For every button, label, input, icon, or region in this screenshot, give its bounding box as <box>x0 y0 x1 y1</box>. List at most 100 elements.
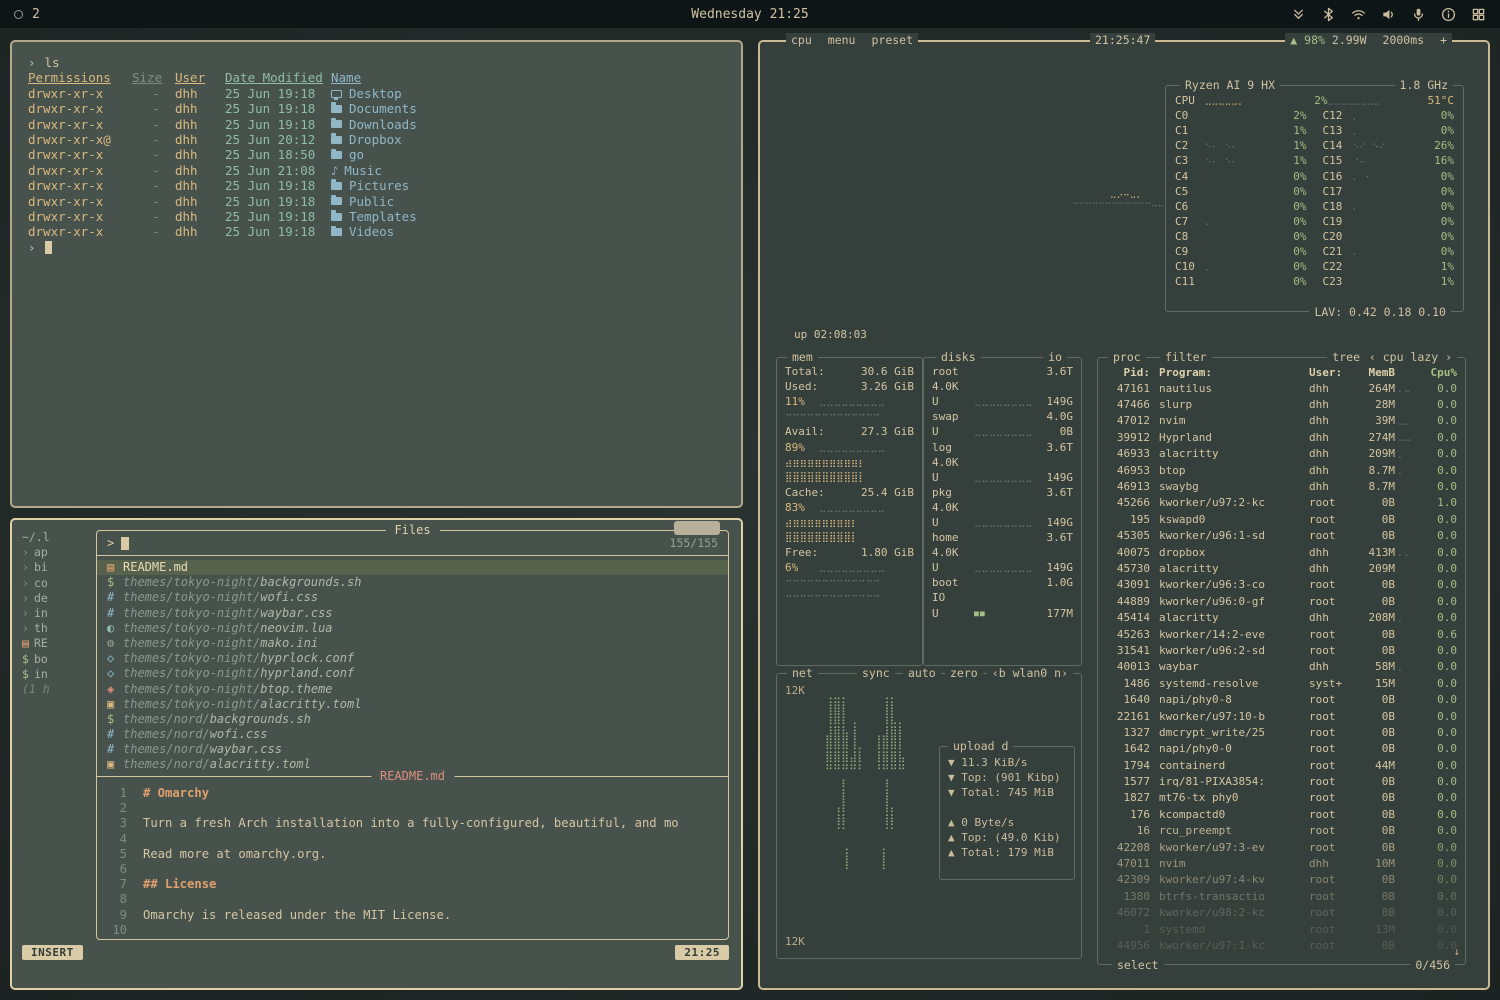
picker-item[interactable]: ◇themes/tokyo-night/hyprlock.conf <box>97 651 728 666</box>
proc-row[interactable]: 22161kworker/u97:10-broot0B0.0 <box>1106 708 1457 724</box>
file-name[interactable]: ♪Music <box>331 163 731 178</box>
net-interface-switcher[interactable]: ‹b wlan0 n› <box>987 666 1073 680</box>
picker-item[interactable]: #themes/nord/wofi.css <box>97 727 728 742</box>
file-name[interactable]: Documents <box>331 101 731 116</box>
file-name[interactable]: Public <box>331 194 731 209</box>
proc-header-user[interactable]: User: <box>1309 366 1355 379</box>
proc-sort-selector[interactable]: ‹ cpu lazy › <box>1364 350 1457 364</box>
net-sync-toggle[interactable]: sync <box>857 666 895 680</box>
picker-item[interactable]: #themes/nord/waybar.css <box>97 742 728 757</box>
picker-item[interactable]: ⚙themes/tokyo-night/mako.ini <box>97 636 728 651</box>
file-name[interactable]: Templates <box>331 209 731 224</box>
proc-row[interactable]: 46933alacrittydhh209M⡀0.0 <box>1106 446 1457 462</box>
proc-row[interactable]: 47466slurpdhh28M0.0 <box>1106 396 1457 412</box>
tree-item[interactable]: ›co <box>22 576 92 591</box>
proc-row[interactable]: 45730alacrittydhh209M0.0 <box>1106 560 1457 576</box>
refresh-interval[interactable]: 2000ms <box>1383 33 1425 47</box>
proc-row[interactable]: 43091kworker/u96:3-coroot0B0.0 <box>1106 577 1457 593</box>
proc-row[interactable]: 1systemdroot13M0.0 <box>1106 921 1457 937</box>
picker-item[interactable]: ◈themes/tokyo-night/btop.theme <box>97 682 728 697</box>
picker-item[interactable]: #themes/tokyo-night/waybar.css <box>97 606 728 621</box>
proc-tree-toggle[interactable]: tree <box>1327 350 1365 364</box>
proc-row[interactable]: 46953btopdhh8.7M⡀0.0 <box>1106 462 1457 478</box>
file-name[interactable]: Dropbox <box>331 132 731 147</box>
net-auto-toggle[interactable]: auto <box>903 666 941 680</box>
proc-row[interactable]: 1380btrfs-transactioroot0B0.0 <box>1106 888 1457 904</box>
proc-header-mem[interactable]: MemB <box>1355 366 1395 379</box>
net-zero-toggle[interactable]: zero <box>945 666 983 680</box>
picker-item[interactable]: $themes/tokyo-night/backgrounds.sh <box>97 575 728 590</box>
proc-header-program[interactable]: Program: <box>1159 366 1309 379</box>
proc-row[interactable]: 1827mt76-tx phy0root0B0.0 <box>1106 790 1457 806</box>
proc-row[interactable]: 1794containerdroot44M0.0 <box>1106 757 1457 773</box>
proc-row[interactable]: 47012nvimdhh39M⣀⡀0.0 <box>1106 413 1457 429</box>
proc-row[interactable]: 195kswapd0root0B0.0 <box>1106 511 1457 527</box>
picker-scrollbar-thumb[interactable] <box>674 521 720 535</box>
file-name[interactable]: Desktop <box>331 86 731 101</box>
refresh-increase-button[interactable]: + <box>1440 33 1447 47</box>
proc-row[interactable]: 1640napi/phy0-8root0B0.0 <box>1106 691 1457 707</box>
proc-header-cpu[interactable]: Cpu% <box>1423 366 1457 379</box>
picker-item[interactable]: ◐themes/tokyo-night/neovim.lua <box>97 621 728 636</box>
tree-item[interactable]: ›de <box>22 591 92 606</box>
btop-menu-button[interactable]: menu <box>828 33 856 47</box>
proc-row[interactable]: 40075dropboxdhh413M⡀⡀0.0 <box>1106 544 1457 560</box>
terminal-input-line[interactable]: › <box>28 240 731 255</box>
tree-item[interactable]: ›bi <box>22 560 92 575</box>
file-name[interactable]: go <box>331 147 731 162</box>
workspace-number[interactable]: 2 <box>32 7 40 22</box>
mem-box-title[interactable]: mem <box>787 350 818 364</box>
disks-io-title[interactable]: io <box>1043 350 1067 364</box>
bluetooth-icon[interactable] <box>1321 7 1336 22</box>
btop-preset-button[interactable]: preset <box>871 33 913 47</box>
tree-item[interactable]: $in <box>22 667 92 682</box>
picker-item[interactable]: ▣themes/tokyo-night/alacritty.toml <box>97 697 728 712</box>
wifi-icon[interactable] <box>1351 7 1366 22</box>
picker-item[interactable]: ▤README.md <box>97 560 728 575</box>
proc-row[interactable]: 47161nautilusdhh264M⡀⣀0.0 <box>1106 380 1457 396</box>
file-name[interactable]: Videos <box>331 224 731 239</box>
file-name[interactable]: Pictures <box>331 178 731 193</box>
picker-item[interactable]: #themes/tokyo-night/wofi.css <box>97 590 728 605</box>
file-name[interactable]: Downloads <box>331 117 731 132</box>
proc-scroll-down-icon[interactable]: ↓ <box>1453 945 1460 958</box>
proc-header-pid[interactable]: Pid: <box>1106 366 1150 379</box>
proc-row[interactable]: 1577irq/81-PIXA3854:root0B0.0 <box>1106 773 1457 789</box>
tree-item[interactable]: ›th <box>22 621 92 636</box>
apps-grid-icon[interactable] <box>1471 7 1486 22</box>
workspace-icon[interactable] <box>14 10 23 19</box>
proc-row[interactable]: 45305kworker/u96:1-sdroot0B0.0 <box>1106 528 1457 544</box>
proc-row[interactable]: 47011nvimdhh10M0.0 <box>1106 855 1457 871</box>
net-box-title[interactable]: net <box>787 666 818 680</box>
proc-row[interactable]: 40013waybardhh58M⡀0.0 <box>1106 659 1457 675</box>
microphone-icon[interactable] <box>1411 7 1426 22</box>
proc-row[interactable]: 44889kworker/u96:0-gfroot0B0.0 <box>1106 593 1457 609</box>
picker-item[interactable]: ◇themes/tokyo-night/hyprland.conf <box>97 666 728 681</box>
tree-item[interactable]: ›in <box>22 606 92 621</box>
proc-row[interactable]: 42309kworker/u97:4-kvroot0B0.0 <box>1106 872 1457 888</box>
tree-item[interactable]: ▤RE <box>22 636 92 651</box>
proc-row[interactable]: 1486systemd-resolvesyst+15M0.0 <box>1106 675 1457 691</box>
picker-item[interactable]: $themes/nord/backgrounds.sh <box>97 712 728 727</box>
proc-row[interactable]: 31541kworker/u96:2-sdroot0B0.0 <box>1106 642 1457 658</box>
tree-item[interactable]: ›ap <box>22 545 92 560</box>
proc-row[interactable]: 16rcu_preemptroot0B0.0 <box>1106 823 1457 839</box>
volume-icon[interactable] <box>1381 7 1396 22</box>
proc-row[interactable]: 39912Hyprlanddhh274M⣀⣀0.0 <box>1106 429 1457 445</box>
proc-row[interactable]: 45263kworker/14:2-everoot0B0.6 <box>1106 626 1457 642</box>
proc-row[interactable]: 1327dmcrypt_write/25root0B0.0 <box>1106 724 1457 740</box>
proc-box-title[interactable]: proc <box>1108 350 1146 364</box>
info-icon[interactable] <box>1441 7 1456 22</box>
proc-row[interactable]: 45266kworker/u97:2-kcroot0B1.0 <box>1106 495 1457 511</box>
proc-select-button[interactable]: select <box>1112 958 1164 972</box>
tree-item[interactable]: ~/.l <box>22 530 92 545</box>
proc-row[interactable]: 46072kworker/u98:2-kcroot0B0.0 <box>1106 905 1457 921</box>
disks-box-title[interactable]: disks <box>936 350 981 364</box>
proc-row[interactable]: 42208kworker/u97:3-evroot0B0.0 <box>1106 839 1457 855</box>
proc-row[interactable]: 45414alacrittydhh208M⡀0.0 <box>1106 609 1457 625</box>
btop-tab-cpu[interactable]: cpu <box>791 33 812 47</box>
tree-item[interactable]: $bo <box>22 652 92 667</box>
proc-row[interactable]: 176kcompactd0root0B0.0 <box>1106 806 1457 822</box>
proc-row[interactable]: 46913swaybgdhh8.7M0.0 <box>1106 478 1457 494</box>
proc-filter-button[interactable]: filter <box>1160 350 1212 364</box>
